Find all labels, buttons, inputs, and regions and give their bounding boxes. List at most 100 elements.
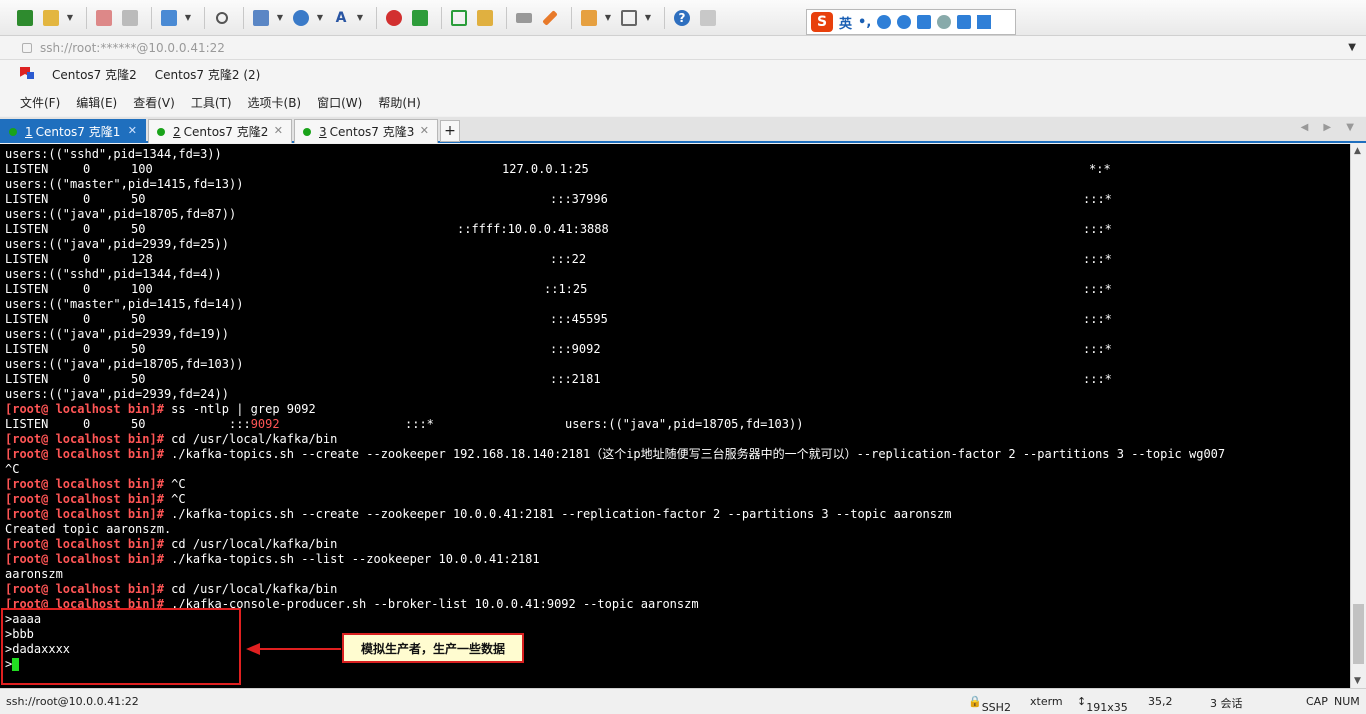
socket-recv-q: 0 bbox=[83, 162, 91, 176]
reconnect-icon[interactable] bbox=[119, 7, 141, 29]
keyboard-icon[interactable] bbox=[513, 7, 535, 29]
sogou-ime-icon[interactable]: S bbox=[811, 12, 833, 32]
terminal[interactable]: users:(("sshd",pid=1344,fd=3)) LISTEN 0 100… bbox=[0, 144, 1350, 688]
tab-session-3[interactable]: 3 Centos7 克隆3 ✕ bbox=[294, 119, 438, 143]
chevron-down-icon[interactable]: ▼ bbox=[276, 13, 284, 22]
socket-peer-address: :::* bbox=[1083, 192, 1112, 206]
chevron-down-icon[interactable]: ▼ bbox=[356, 13, 364, 22]
socket-users: users:(("java",pid=18705,fd=87)) bbox=[5, 207, 237, 221]
tab-session-2[interactable]: 2 Centos7 克隆2 ✕ bbox=[148, 119, 292, 143]
divider bbox=[86, 6, 87, 29]
globe-icon[interactable] bbox=[290, 7, 312, 29]
sessions-icon[interactable] bbox=[20, 67, 34, 81]
menu-view[interactable]: 查看(V) bbox=[133, 94, 175, 111]
tab-scroll-arrows[interactable]: ◀ ▶ ▼ bbox=[1301, 122, 1360, 133]
connected-status-icon bbox=[303, 127, 311, 136]
emoji-icon[interactable] bbox=[877, 15, 892, 29]
layout-icon[interactable] bbox=[618, 7, 640, 29]
xshell-icon[interactable] bbox=[383, 7, 405, 29]
output-line: LISTEN 0 100::1:25:::* bbox=[5, 282, 1350, 297]
socket-send-q: 50 bbox=[131, 342, 146, 356]
status-size: ↕ 191x35 bbox=[1077, 695, 1128, 714]
transfer-icon[interactable] bbox=[250, 7, 272, 29]
socket-peer-address: *:* bbox=[1089, 162, 1111, 176]
chevron-down-icon[interactable]: ▼ bbox=[1348, 42, 1356, 53]
search-icon[interactable] bbox=[211, 7, 233, 29]
close-icon[interactable]: ✕ bbox=[420, 124, 429, 137]
session-link[interactable]: Centos7 克隆2 bbox=[52, 66, 137, 83]
divider bbox=[506, 6, 507, 29]
highlight-icon[interactable] bbox=[539, 7, 561, 29]
lock-icon[interactable] bbox=[474, 7, 496, 29]
output-line: aaronszm bbox=[5, 567, 1350, 582]
new-window-icon[interactable] bbox=[158, 7, 180, 29]
help-icon[interactable]: ? bbox=[671, 7, 693, 29]
menu-edit[interactable]: 编辑(E) bbox=[76, 94, 117, 111]
connected-status-icon bbox=[9, 127, 17, 136]
menu-help[interactable]: 帮助(H) bbox=[378, 94, 420, 111]
address-bar[interactable]: ssh://root:******@10.0.0.41:22 ▼ bbox=[0, 36, 1366, 60]
output-line: users:(("master",pid=1415,fd=14)) bbox=[5, 297, 1350, 312]
grid-icon[interactable] bbox=[977, 15, 992, 29]
status-protocol-text: SSH2 bbox=[981, 701, 1011, 714]
xftp-icon[interactable] bbox=[409, 7, 431, 29]
chevron-down-icon[interactable]: ▼ bbox=[66, 13, 74, 22]
scrollbar-thumb[interactable] bbox=[1353, 604, 1364, 664]
chevron-down-icon[interactable]: ▼ bbox=[644, 13, 652, 22]
microphone-icon[interactable] bbox=[897, 15, 912, 29]
chevron-down-icon[interactable]: ▼ bbox=[184, 13, 192, 22]
command-text: ^C bbox=[163, 492, 186, 506]
menu-file[interactable]: 文件(F) bbox=[20, 94, 60, 111]
socket-peer-address: :::* bbox=[1083, 342, 1112, 356]
socket-state: LISTEN bbox=[5, 192, 49, 206]
socket-local-address: :::2181 bbox=[550, 372, 601, 386]
socket-send-q: 50 bbox=[131, 192, 146, 206]
menu-window[interactable]: 窗口(W) bbox=[317, 94, 362, 111]
user-icon[interactable] bbox=[937, 15, 952, 29]
socket-local-address: :::9092 bbox=[550, 342, 601, 356]
socket-send-q: 50 bbox=[131, 222, 146, 236]
socket-recv-q: 0 bbox=[83, 192, 91, 206]
shell-prompt: [root@ localhost bin]# bbox=[5, 447, 164, 461]
chevron-down-icon[interactable]: ▼ bbox=[316, 13, 324, 22]
status-num: NUM bbox=[1334, 695, 1360, 708]
scroll-up-icon[interactable]: ▲ bbox=[1354, 146, 1361, 156]
command-line: [root@ localhost bin]# ss -ntlp | grep 9… bbox=[5, 402, 1350, 417]
terminal-scrollbar[interactable]: ▲ ▼ bbox=[1350, 144, 1366, 688]
shell-prompt: [root@ localhost bin]# bbox=[5, 507, 164, 521]
output-line: users:(("java",pid=18705,fd=103)) bbox=[5, 357, 1350, 372]
socket-state: LISTEN bbox=[5, 417, 49, 431]
session-link[interactable]: Centos7 克隆2 (2) bbox=[155, 66, 261, 83]
open-folder-icon[interactable] bbox=[40, 7, 62, 29]
chat-icon[interactable] bbox=[697, 7, 719, 29]
chevron-down-icon[interactable]: ▼ bbox=[604, 13, 612, 22]
new-session-icon[interactable] bbox=[14, 7, 36, 29]
address-text[interactable]: ssh://root:******@10.0.0.41:22 bbox=[40, 41, 225, 55]
close-icon[interactable]: ✕ bbox=[128, 124, 137, 137]
close-icon[interactable]: ✕ bbox=[274, 124, 283, 137]
menu-tools[interactable]: 工具(T) bbox=[191, 94, 232, 111]
menu-tabs[interactable]: 选项卡(B) bbox=[248, 94, 302, 111]
socket-local-address: :::45595 bbox=[550, 312, 608, 326]
socket-users: users:(("java",pid=2939,fd=25)) bbox=[5, 237, 229, 251]
socket-peer-address: :::* bbox=[405, 417, 434, 431]
fullscreen-icon[interactable] bbox=[448, 7, 470, 29]
ime-punctuation-toggle[interactable]: •, bbox=[858, 15, 871, 30]
socket-send-q: 50 bbox=[131, 417, 146, 431]
compose-icon[interactable] bbox=[578, 7, 600, 29]
menu-bar: 文件(F) 编辑(E) 查看(V) 工具(T) 选项卡(B) 窗口(W) 帮助(… bbox=[0, 88, 1366, 116]
tab-number: 2 bbox=[173, 124, 181, 139]
output-line: ^C bbox=[5, 462, 1350, 477]
shirt-icon[interactable] bbox=[957, 15, 972, 29]
font-icon[interactable]: A bbox=[330, 7, 352, 29]
tab-session-1[interactable]: 1 Centos7 克隆1 ✕ bbox=[0, 119, 146, 143]
shell-prompt: [root@ localhost bin]# bbox=[5, 402, 164, 416]
disconnect-icon[interactable] bbox=[93, 7, 115, 29]
output-line: LISTEN 0 50:::9092:::* bbox=[5, 342, 1350, 357]
keyboard-icon[interactable] bbox=[917, 15, 932, 29]
ime-language-toggle[interactable]: 英 bbox=[839, 13, 852, 32]
output-line: users:(("java",pid=2939,fd=25)) bbox=[5, 237, 1350, 252]
add-tab-button[interactable]: + bbox=[440, 120, 460, 142]
socket-peer-address: :::* bbox=[1083, 312, 1112, 326]
scroll-down-icon[interactable]: ▼ bbox=[1354, 676, 1361, 686]
